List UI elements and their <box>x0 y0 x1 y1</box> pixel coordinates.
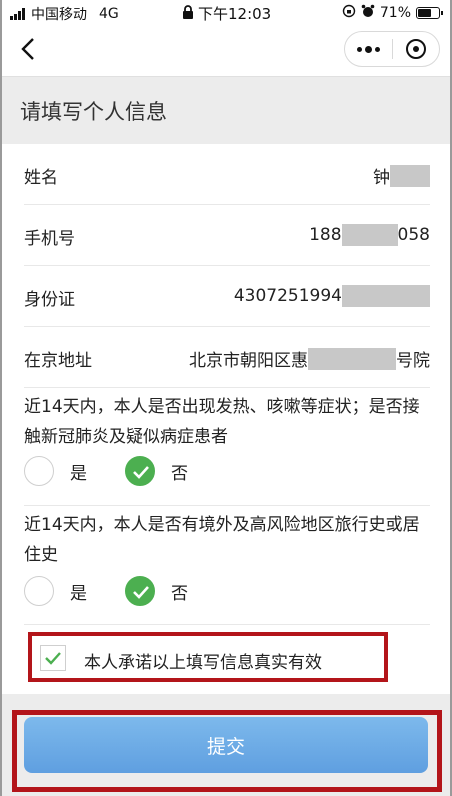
check-icon <box>133 586 149 599</box>
redaction-block <box>342 285 430 307</box>
divider <box>24 624 430 625</box>
promise-checkbox[interactable] <box>40 645 66 671</box>
id-card-row[interactable]: 身份证 4307251994 <box>24 267 430 327</box>
phone-suffix: 058 <box>397 225 430 245</box>
alarm-icon <box>361 4 375 22</box>
target-circle-icon <box>405 39 426 59</box>
more-button[interactable] <box>345 32 392 66</box>
status-center: 下午12:03 <box>182 3 271 24</box>
address-value[interactable]: 北京市朝阳区惠 号院 <box>189 346 430 371</box>
status-left: 中国移动 4G <box>10 4 119 24</box>
address-row[interactable]: 在京地址 北京市朝阳区惠 号院 <box>24 328 430 388</box>
battery-icon <box>416 7 443 19</box>
close-button[interactable] <box>393 32 439 66</box>
promise-agreement[interactable]: 本人承诺以上填写信息真实有效 <box>28 632 388 682</box>
section-title: 请填写个人信息 <box>20 100 167 124</box>
name-value[interactable]: 钟 <box>373 163 430 188</box>
submit-button[interactable]: 提交 <box>24 717 428 773</box>
radio-group: 是 否 <box>24 576 188 606</box>
divider <box>24 505 430 506</box>
network-type: 4G <box>99 6 119 22</box>
status-time: 下午12:03 <box>198 5 272 23</box>
question-text: 近14天内，本人是否有境外及高风险地区旅行史或居住史 <box>24 515 420 565</box>
battery-percent: 71% <box>379 5 411 21</box>
address-suffix: 号院 <box>396 351 430 371</box>
mini-program-capsule <box>344 31 440 67</box>
phone-prefix: 188 <box>309 225 342 245</box>
radio-yes[interactable] <box>24 576 54 606</box>
id-card-label: 身份证 <box>24 290 75 310</box>
check-icon <box>45 652 61 665</box>
name-label: 姓名 <box>24 168 58 188</box>
carrier-name: 中国移动 <box>31 7 87 23</box>
chevron-left-icon <box>21 38 34 60</box>
phone-label: 手机号 <box>24 229 75 249</box>
radio-group: 是 否 <box>24 456 188 486</box>
back-button[interactable] <box>14 34 44 64</box>
section-header: 请填写个人信息 <box>0 76 452 144</box>
status-bar: 中国移动 4G 下午12:03 71% <box>0 0 452 24</box>
question-text: 近14天内，本人是否出现发热、咳嗽等症状；是否接触新冠肺炎及疑似病症患者 <box>24 397 420 447</box>
redaction-block <box>308 347 396 370</box>
radio-no-label[interactable]: 否 <box>171 459 188 484</box>
lock-icon <box>182 4 194 23</box>
address-prefix: 北京市朝阳区惠 <box>189 351 308 371</box>
question-symptoms: 近14天内，本人是否出现发热、咳嗽等症状；是否接触新冠肺炎及疑似病症患者 是 否 <box>24 392 430 502</box>
check-icon <box>133 466 149 479</box>
question-travel: 近14天内，本人是否有境外及高风险地区旅行史或居住史 是 否 <box>24 510 430 620</box>
redaction-block <box>390 164 430 187</box>
id-card-text: 4307251994 <box>233 286 342 306</box>
phone-row[interactable]: 手机号 188 058 <box>24 206 430 266</box>
redaction-block <box>341 224 398 246</box>
promise-text: 本人承诺以上填写信息真实有效 <box>84 653 322 673</box>
status-right: 71% <box>342 4 443 22</box>
radio-yes[interactable] <box>24 456 54 486</box>
address-label: 在京地址 <box>24 351 92 371</box>
radio-yes-label[interactable]: 是 <box>70 459 87 484</box>
radio-yes-label[interactable]: 是 <box>70 579 87 604</box>
radio-no-label[interactable]: 否 <box>171 579 188 604</box>
id-card-value[interactable]: 4307251994 <box>234 285 430 307</box>
name-row[interactable]: 姓名 钟 <box>24 145 430 205</box>
radio-no[interactable] <box>125 456 155 486</box>
signal-icon <box>10 8 25 20</box>
nav-bar <box>0 24 452 76</box>
radio-no[interactable] <box>125 576 155 606</box>
rotation-lock-icon <box>342 4 356 22</box>
phone-value[interactable]: 188 058 <box>309 224 430 246</box>
name-text: 钟 <box>373 168 390 188</box>
